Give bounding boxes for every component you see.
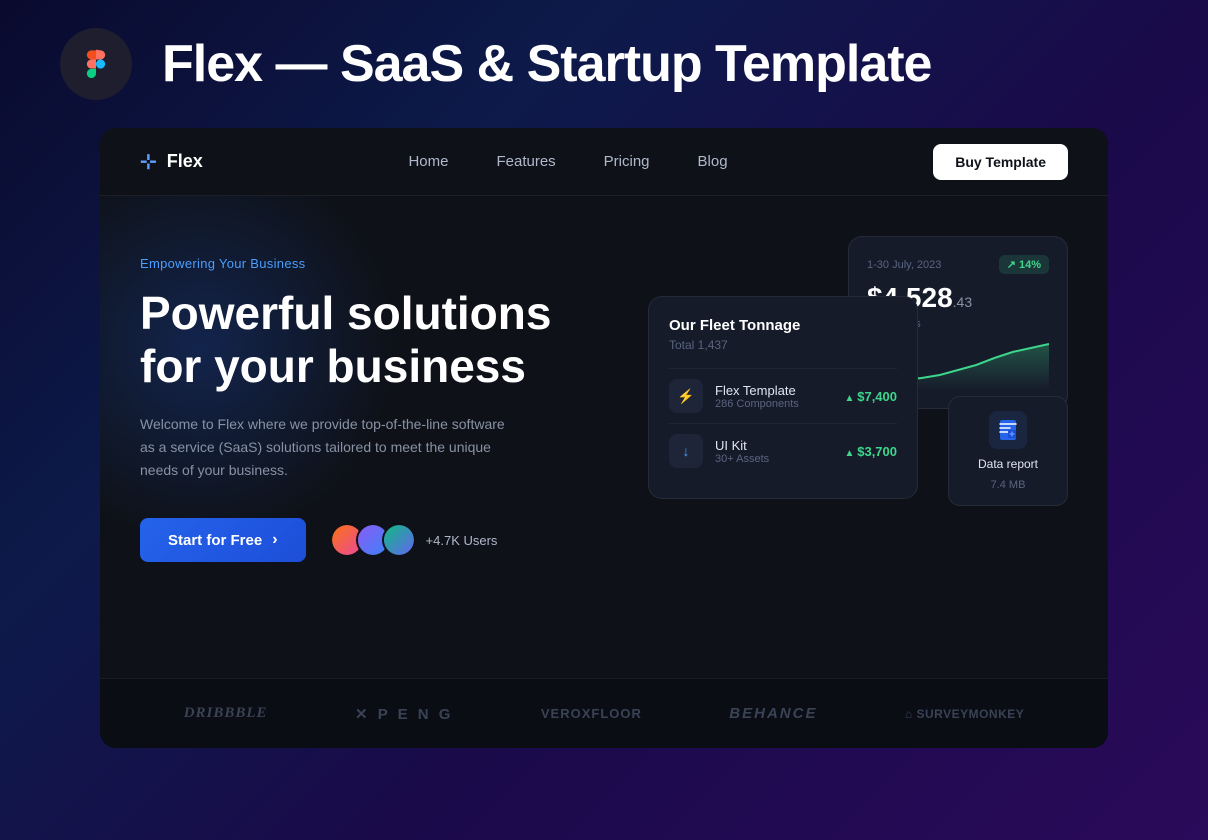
fleet-card: Our Fleet Tonnage Total 1,437 ⚡ Flex Tem… (648, 296, 918, 499)
hero-right: 1-30 July, 2023 ↗ 14% $4,528.43 Total Sa… (648, 236, 1068, 748)
hero-title-line1: Powerful solutions (140, 287, 551, 339)
report-size: 7.4 MB (991, 479, 1026, 491)
fleet-item-2-detail: 30+ Assets (715, 453, 833, 465)
revenue-badge-value: 14% (1019, 259, 1041, 271)
arrow-up-icon: ↗ (1007, 258, 1016, 271)
fleet-item-1-value: $7,400 (845, 389, 897, 404)
fleet-item-2-icon: ↓ (669, 434, 703, 468)
report-icon (989, 411, 1027, 449)
fleet-item-2-info: UI Kit 30+ Assets (715, 438, 833, 465)
flex-logo-icon: ⊹ (140, 149, 157, 174)
fleet-item-1-detail: 286 Components (715, 398, 833, 410)
user-count: +4.7K Users (426, 533, 498, 548)
figma-logo (60, 28, 132, 100)
page-title: Flex — SaaS & Startup Template (162, 34, 931, 94)
start-free-button[interactable]: Start for Free › (140, 518, 306, 562)
top-header: Flex — SaaS & Startup Template (0, 0, 1208, 128)
revenue-date: 1-30 July, 2023 (867, 259, 941, 271)
hero-title: Powerful solutions for your business (140, 287, 580, 393)
avatar-3 (382, 523, 416, 557)
users-group: +4.7K Users (330, 523, 498, 557)
fleet-item-1-icon: ⚡ (669, 379, 703, 413)
hero-tagline: Empowering Your Business (140, 256, 648, 271)
hero-left: Empowering Your Business Powerful soluti… (140, 236, 648, 748)
nav-brand-name: Flex (167, 151, 203, 172)
fleet-item-1: ⚡ Flex Template 286 Components $7,400 (669, 368, 897, 423)
logo-surveymonkey: ⌂ SurveyMonkey (905, 707, 1024, 721)
avatars (330, 523, 416, 557)
hero-section: Empowering Your Business Powerful soluti… (100, 196, 1108, 748)
hero-description: Welcome to Flex where we provide top-of-… (140, 413, 520, 482)
fleet-item-1-name: Flex Template (715, 383, 833, 398)
revenue-badge: ↗ 14% (999, 255, 1049, 274)
hero-title-line2: for your business (140, 340, 526, 392)
fleet-title: Our Fleet Tonnage (669, 317, 897, 334)
revenue-cents: .43 (953, 294, 972, 310)
revenue-header: 1-30 July, 2023 ↗ 14% (867, 255, 1049, 274)
main-card: ⊹ Flex Home Features Pricing Blog Buy Te… (100, 128, 1108, 748)
start-btn-label: Start for Free (168, 532, 262, 549)
nav-logo: ⊹ Flex (140, 149, 203, 174)
fleet-item-2-value: $3,700 (845, 444, 897, 459)
navbar: ⊹ Flex Home Features Pricing Blog Buy Te… (100, 128, 1108, 196)
arrow-icon: › (272, 531, 277, 549)
data-report-card: Data report 7.4 MB (948, 396, 1068, 506)
nav-link-home[interactable]: Home (408, 153, 448, 170)
fleet-item-2: ↓ UI Kit 30+ Assets $3,700 (669, 423, 897, 478)
fleet-item-2-name: UI Kit (715, 438, 833, 453)
fleet-subtitle: Total 1,437 (669, 338, 897, 352)
nav-links: Home Features Pricing Blog (408, 153, 727, 170)
nav-link-pricing[interactable]: Pricing (604, 153, 650, 170)
nav-link-blog[interactable]: Blog (698, 153, 728, 170)
nav-link-features[interactable]: Features (496, 153, 555, 170)
logo-behance: Behance (729, 705, 817, 722)
buy-template-button[interactable]: Buy Template (933, 144, 1068, 180)
hero-actions: Start for Free › (140, 518, 648, 562)
report-title: Data report (978, 457, 1038, 471)
fleet-item-1-info: Flex Template 286 Components (715, 383, 833, 410)
